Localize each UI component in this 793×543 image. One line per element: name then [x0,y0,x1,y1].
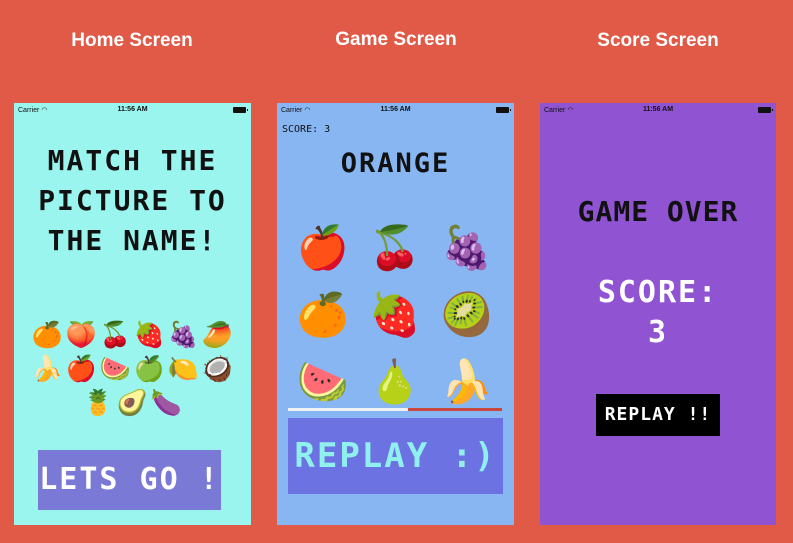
status-time: 11:56 AM [117,106,148,113]
home-title: MATCH THE PICTURE TO THE NAME! [38,144,227,257]
fruit-choice-tile[interactable]: 🍐 [359,358,431,407]
fruit-emoji: 🥑 [116,389,149,417]
battery-icon [233,107,248,113]
fruit-emoji: 🍌 [31,355,64,383]
fruit-emoji: 🍎 [65,355,98,383]
current-score: SCORE: 3 [282,124,331,135]
target-fruit-word: ORANGE [340,148,451,179]
fruit-emoji: 🍉 [99,355,132,383]
score-phone-screen: Carrier ◠ 11:56 AM GAME OVER SCORE: 3 RE… [540,103,776,525]
status-time: 11:56 AM [642,106,674,113]
fruit-choice-tile[interactable]: 🍎 [287,224,359,273]
fruit-choice-grid: 🍎 🍒 🍇 🍊 🍓 🥝 🍉 🍐 🍌 [287,215,503,416]
fruit-choice-tile[interactable]: 🍓 [359,291,431,340]
status-bar: Carrier ◠ 11:56 AM [14,103,251,117]
replay-button-game[interactable]: REPLAY :) [288,418,503,494]
score-screen-title: Score Screen [597,30,719,51]
fruit-emoji: 🍏 [133,355,166,383]
fruit-choice-tile[interactable]: 🥝 [431,291,503,340]
game-phone-screen: Carrier ◠ 11:56 AM SCORE: 3 ORANGE 🍎 🍒 🍇 🍊 🍓… [277,103,514,525]
timer-progress-fill [288,408,408,411]
timer-progress-bar [288,408,502,411]
fruit-choice-tile[interactable]: 🍒 [359,224,431,273]
fruit-choice-tile[interactable]: 🍌 [431,358,503,407]
fruit-emoji: 🍋 [167,355,200,383]
home-phone-screen: Carrier ◠ 11:56 AM MATCH THE PICTURE TO … [14,103,251,525]
fruit-emoji: 🍍 [82,389,115,417]
final-score-label: SCORE: [597,275,719,310]
fruit-emoji-grid: 🍊 🍑 🍒 🍓 🍇 🥭 🍌 🍎 🍉 🍏 🍋 🥥 🍍 🥑 🍆 [28,318,237,420]
fruit-emoji: 🥥 [201,355,234,383]
fruit-emoji: 🍆 [150,389,183,417]
battery-icon [496,107,511,113]
fruit-emoji: 🍑 [65,321,98,349]
replay-button-score[interactable]: REPLAY !! [596,394,720,436]
battery-icon [758,107,773,113]
status-bar: Carrier ◠ 11:56 AM [277,103,514,117]
status-time: 11:56 AM [380,106,411,113]
fruit-emoji: 🍓 [133,321,166,349]
fruit-emoji: 🍇 [167,321,200,349]
game-screen-title: Game Screen [335,29,457,50]
lets-go-button[interactable]: LETS GO ! [38,450,221,510]
fruit-choice-tile[interactable]: 🍊 [287,291,359,340]
fruit-emoji: 🍊 [31,321,64,349]
game-over-title: GAME OVER [577,195,739,228]
home-screen-title: Home Screen [71,30,193,51]
final-score-value: 3 [647,315,669,350]
fruit-emoji: 🍒 [99,321,132,349]
fruit-emoji: 🥭 [201,321,234,349]
fruit-choice-tile[interactable]: 🍉 [287,358,359,407]
status-bar: Carrier ◠ 11:56 AM [540,103,776,117]
fruit-choice-tile[interactable]: 🍇 [431,224,503,273]
